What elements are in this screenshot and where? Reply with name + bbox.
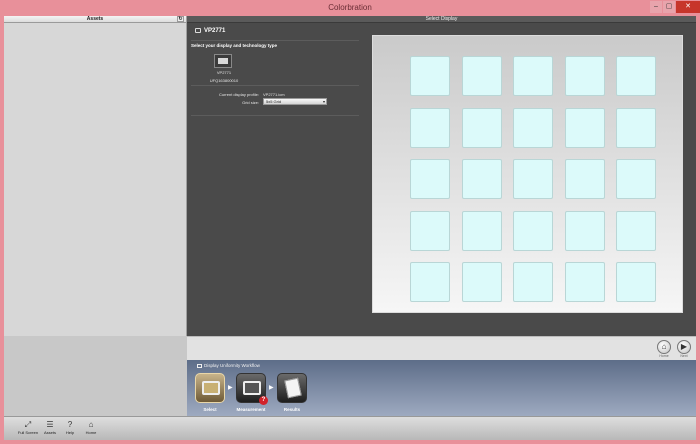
maximize-button[interactable]: ▢: [663, 1, 675, 13]
step-results[interactable]: [277, 373, 307, 403]
home-button[interactable]: ⌂: [657, 340, 671, 354]
divider: [191, 115, 359, 116]
grid-cell: [513, 159, 553, 199]
grid-cell: [461, 56, 502, 96]
full-screen-button[interactable]: ⤢ Full Screen: [17, 420, 39, 440]
grid-size-label: Grid size:: [242, 100, 259, 105]
window-controls: – ▢ ✕: [649, 0, 700, 14]
grid-cell: [616, 262, 656, 302]
help-label: Help: [65, 430, 75, 435]
grid-cell: [616, 56, 656, 96]
divider: [191, 85, 359, 86]
grid-cell: [564, 159, 605, 199]
window-title: Colorbration: [328, 3, 372, 12]
next-button[interactable]: ▶: [677, 340, 691, 354]
app-frame: Assets ↻ Select Display VP2771 Select yo…: [4, 16, 696, 440]
grid-cell: [513, 210, 553, 251]
fullscreen-icon: ⤢: [24, 420, 32, 429]
title-bar: Colorbration – ▢ ✕: [0, 0, 700, 16]
next-label: Next: [680, 354, 688, 358]
arrow-icon: ▶: [269, 385, 274, 391]
grid-cell: [564, 210, 605, 251]
grid-cell: [410, 56, 450, 96]
select-display-panel: Select Display VP2771 Select your displa…: [187, 16, 696, 336]
monitor-name: VP2771: [216, 70, 232, 75]
monitor-icon: [195, 28, 201, 33]
app-window: Colorbration – ▢ ✕ Assets ↻ Select Displ…: [0, 0, 700, 444]
grid-cell: [616, 107, 656, 148]
grid-cell: [564, 107, 605, 148]
display-name: VP2771: [204, 28, 226, 34]
step-measurement-label: Measurement: [236, 407, 266, 412]
assets-button[interactable]: ☰ Assets: [39, 420, 61, 440]
home-icon: ⌂: [88, 420, 94, 429]
list-icon: ☰: [46, 420, 54, 429]
home-toolbar-button[interactable]: ⌂ Home: [80, 420, 102, 440]
assets-panel: Assets ↻: [4, 16, 187, 336]
divider: [191, 40, 359, 41]
workflow-title: Display Uniformity Workflow: [197, 363, 260, 368]
help-icon: ?: [67, 420, 73, 429]
home-label: Home: [659, 354, 669, 358]
grid-cell: [513, 107, 553, 148]
grid-cell: [410, 107, 450, 148]
step-select[interactable]: [195, 373, 225, 403]
help-button[interactable]: ? Help: [59, 420, 81, 440]
grid-cell: [461, 210, 502, 251]
step-results-label: Results: [283, 407, 301, 412]
grid-cell: [513, 262, 553, 302]
workflow-title-text: Display Uniformity Workflow: [204, 363, 260, 368]
grid-cell: [410, 262, 450, 302]
grid-cell: [513, 56, 553, 96]
grid-cell: [461, 159, 502, 199]
step-select-label: Select: [203, 407, 217, 412]
assets-title: Assets: [86, 16, 104, 22]
minimize-button[interactable]: –: [650, 1, 662, 13]
monitor-thumbnail[interactable]: [214, 54, 232, 68]
grid-cell: [616, 210, 656, 251]
workflow-panel: Display Uniformity Workflow ▶ ? ▶ Select…: [187, 360, 696, 416]
bottom-toolbar: ⤢ Full Screen ☰ Assets ? Help ⌂ Home: [4, 416, 696, 440]
home-toolbar-label: Home: [85, 430, 97, 435]
report-icon: [284, 377, 302, 399]
monitor-icon: [202, 381, 220, 395]
monitor-serial: UFQ163800010: [209, 78, 239, 83]
full-screen-label: Full Screen: [17, 430, 39, 435]
grid-cell: [461, 262, 502, 302]
arrow-icon: ▶: [228, 385, 233, 391]
grid-cell: [564, 56, 605, 96]
grid-cell: [461, 107, 502, 148]
grid-cell: [410, 159, 450, 199]
grid-cell: [410, 210, 450, 251]
grid-cell: [564, 262, 605, 302]
profile-value: VP2771.icm: [263, 92, 285, 97]
profile-label: Current display profile:: [218, 92, 259, 97]
display-title: VP2771: [195, 28, 225, 34]
select-prompt: Select your display and technology type: [191, 43, 278, 48]
select-display-header: Select Display: [187, 16, 696, 23]
uniformity-grid-preview: [372, 35, 683, 313]
grid-size-select[interactable]: 5x5 Grid ▾: [263, 98, 327, 105]
grid-size-value: 5x5 Grid: [266, 99, 282, 104]
chevron-down-icon: ▾: [322, 99, 325, 104]
assets-label: Assets: [43, 430, 56, 435]
navigation-bar: ⌂ Home ▶ Next: [187, 336, 696, 360]
refresh-icon[interactable]: ↻: [177, 16, 184, 22]
assets-header: Assets ↻: [4, 16, 186, 23]
grid-cell: [616, 159, 656, 199]
close-button[interactable]: ✕: [676, 1, 700, 13]
monitor-icon: [243, 381, 261, 395]
step-measurement[interactable]: ?: [236, 373, 268, 405]
workflow-icon: [197, 364, 202, 368]
question-badge-icon: ?: [259, 396, 268, 405]
